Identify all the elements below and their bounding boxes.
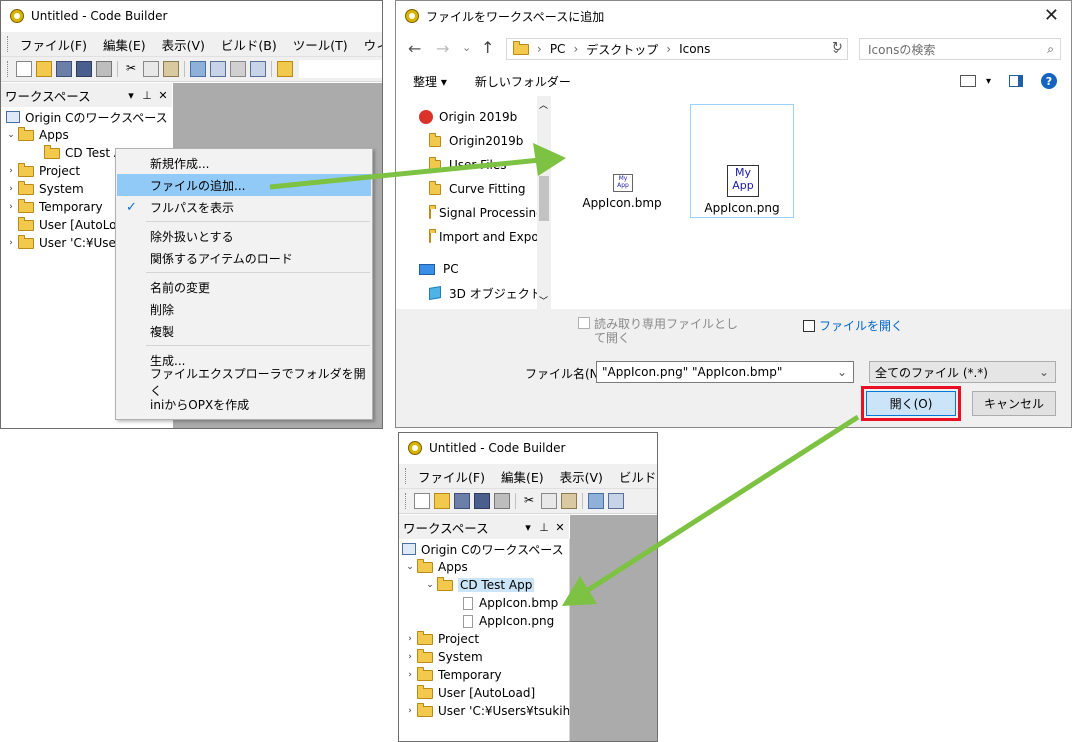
arrow-open-to-tree <box>586 414 860 593</box>
arrow-head-left <box>562 576 597 606</box>
arrow-head-right <box>533 143 566 176</box>
annotation-arrows <box>269 143 860 606</box>
arrow-add-file-to-files <box>269 157 541 190</box>
